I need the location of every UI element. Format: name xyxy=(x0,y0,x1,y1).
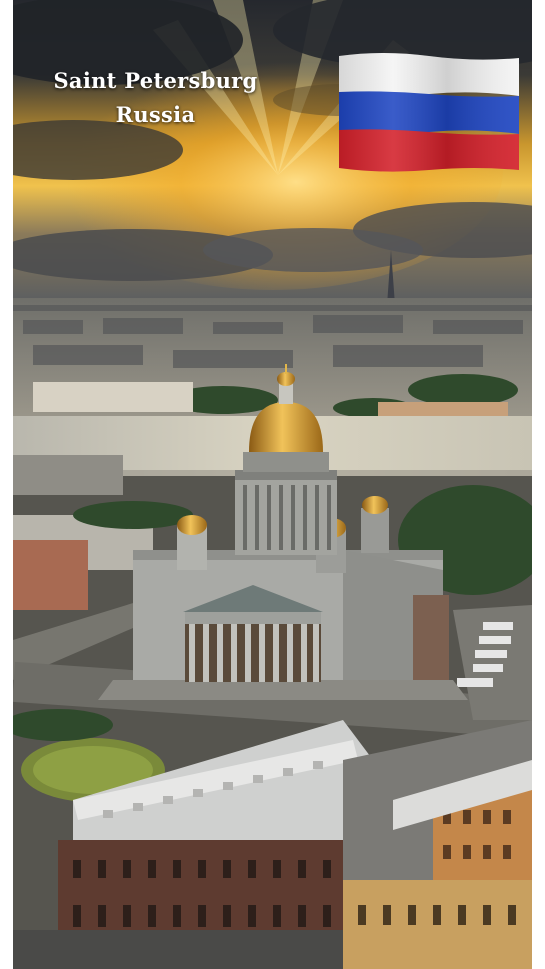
russian-flag-icon xyxy=(339,53,519,172)
country-name: Russia xyxy=(115,102,196,127)
location-caption: Saint Petersburg Russia xyxy=(13,64,298,132)
photo-frame: Saint Petersburg Russia xyxy=(13,0,532,969)
riverside-palace xyxy=(33,382,193,412)
city-name: Saint Petersburg xyxy=(53,68,258,93)
